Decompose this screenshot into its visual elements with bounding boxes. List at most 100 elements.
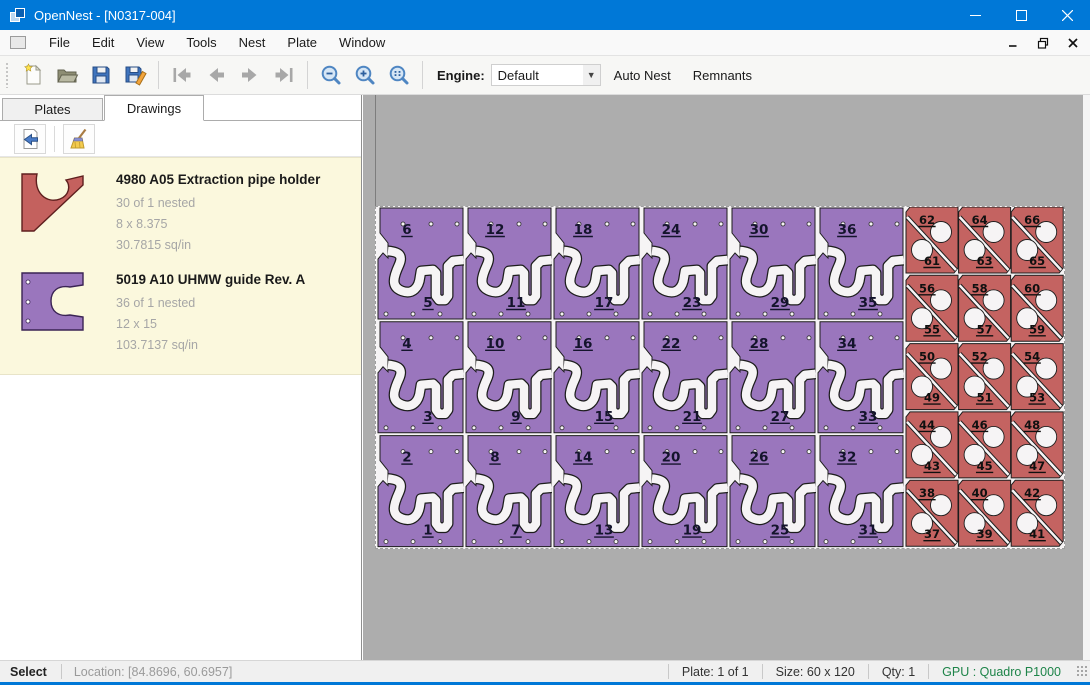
nest-part-pair[interactable]: 6059 [1011, 275, 1063, 341]
nest-part-pair[interactable]: 2423 [642, 208, 728, 319]
tab-plates[interactable]: Plates [2, 98, 103, 121]
menu-bar: File Edit View Tools Nest Plate Window [0, 30, 1090, 56]
drawing-nested: 36 of 1 nested [116, 293, 305, 314]
menu-window[interactable]: Window [328, 31, 396, 54]
import-drawing-icon[interactable] [14, 124, 46, 154]
svg-text:32: 32 [838, 450, 857, 466]
menu-plate[interactable]: Plate [276, 31, 328, 54]
list-item[interactable]: 5019 A10 UHMW guide Rev. A 36 of 1 neste… [0, 264, 361, 364]
save-icon[interactable] [84, 59, 118, 91]
status-size: Size: 60 x 120 [763, 665, 868, 679]
svg-text:37: 37 [924, 527, 940, 541]
nest-part-pair[interactable]: 3635 [818, 208, 904, 319]
sidebar-toolbar [0, 121, 361, 157]
clean-broom-icon[interactable] [63, 124, 95, 154]
zoom-in-icon[interactable] [348, 59, 382, 91]
nest-parts-svg[interactable]: 6512111817242330293635431091615222128273… [376, 207, 1064, 548]
nest-part-pair[interactable]: 65 [378, 208, 464, 319]
nest-part-pair[interactable]: 1211 [466, 208, 552, 319]
svg-text:49: 49 [924, 391, 940, 405]
close-button[interactable] [1044, 0, 1090, 30]
nest-part-pair[interactable]: 2827 [730, 322, 816, 433]
svg-text:53: 53 [1029, 391, 1045, 405]
go-previous-icon[interactable] [199, 59, 233, 91]
resize-grip[interactable] [1076, 665, 1088, 677]
svg-text:17: 17 [595, 295, 614, 311]
nest-part-pair[interactable]: 3029 [730, 208, 816, 319]
nest-part-pair[interactable]: 1413 [554, 436, 640, 547]
nest-part-pair[interactable]: 4241 [1011, 480, 1063, 546]
tab-drawings[interactable]: Drawings [104, 95, 204, 121]
list-item[interactable]: 4980 A05 Extraction pipe holder 30 of 1 … [0, 164, 361, 264]
nest-part-pair[interactable]: 2019 [642, 436, 728, 547]
status-mode: Select [0, 665, 61, 679]
svg-text:27: 27 [771, 409, 790, 425]
nest-part-pair[interactable]: 2625 [730, 436, 816, 547]
nest-part-pair[interactable]: 87 [466, 436, 552, 547]
nest-part-pair[interactable]: 1615 [554, 322, 640, 433]
nest-part-pair[interactable]: 10 9 [466, 322, 552, 433]
engine-label: Engine: [437, 68, 485, 83]
drawing-title: 5019 A10 UHMW guide Rev. A [116, 272, 305, 287]
nest-part-pair[interactable]: 43 [378, 322, 464, 433]
svg-text:13: 13 [595, 523, 614, 539]
zoom-fit-icon[interactable] [382, 59, 416, 91]
svg-text:43: 43 [924, 459, 940, 473]
maximize-button[interactable] [998, 0, 1044, 30]
svg-text:54: 54 [1024, 350, 1040, 364]
zoom-out-icon[interactable] [314, 59, 348, 91]
nest-part-pair[interactable]: 4645 [959, 412, 1011, 478]
engine-select[interactable]: Default ▼ [491, 64, 601, 86]
svg-text:33: 33 [859, 409, 878, 425]
svg-text:15: 15 [595, 409, 614, 425]
drawing-size: 8 x 8.375 [116, 214, 320, 235]
menu-edit[interactable]: Edit [81, 31, 125, 54]
mdi-minimize-icon[interactable] [1002, 33, 1024, 53]
nest-part-pair[interactable]: 4039 [959, 480, 1011, 546]
menu-file[interactable]: File [38, 31, 81, 54]
go-last-icon[interactable] [267, 59, 301, 91]
nest-part-pair[interactable]: 5251 [959, 344, 1011, 410]
nest-part-pair[interactable]: 1817 [554, 208, 640, 319]
menu-view[interactable]: View [125, 31, 175, 54]
go-first-icon[interactable] [165, 59, 199, 91]
mdi-document-icon[interactable] [10, 36, 26, 49]
nest-part-pair[interactable]: 6261 [906, 207, 958, 273]
nest-part-pair[interactable]: 5655 [906, 275, 958, 341]
go-next-icon[interactable] [233, 59, 267, 91]
nest-part-pair[interactable]: 5049 [906, 344, 958, 410]
open-file-icon[interactable] [50, 59, 84, 91]
svg-text:10: 10 [486, 336, 505, 352]
minimize-button[interactable] [952, 0, 998, 30]
svg-text:66: 66 [1024, 213, 1040, 227]
nest-part-pair[interactable]: 6463 [959, 207, 1011, 273]
plate-sheet[interactable]: 6512111817242330293635431091615222128273… [375, 206, 1065, 549]
app-window: OpenNest - [N0317-004] File Edit View To… [0, 0, 1090, 685]
nest-part-pair[interactable]: 32 31 [818, 436, 904, 547]
remnants-button[interactable]: Remnants [684, 63, 761, 88]
nest-part-pair[interactable]: 6665 [1011, 207, 1063, 273]
save-as-icon[interactable] [118, 59, 152, 91]
nest-part-pair[interactable]: 3837 [906, 480, 958, 546]
mdi-restore-icon[interactable] [1032, 33, 1054, 53]
svg-text:6: 6 [402, 222, 411, 238]
svg-text:61: 61 [924, 254, 940, 268]
chevron-down-icon[interactable]: ▼ [583, 65, 600, 85]
nest-part-pair[interactable]: 2221 [642, 322, 728, 433]
nest-part-pair[interactable]: 21 [378, 436, 464, 547]
menu-nest[interactable]: Nest [228, 31, 277, 54]
nest-part-pair[interactable]: 54 53 [1011, 344, 1063, 410]
svg-text:31: 31 [859, 523, 878, 539]
toolbar-grip[interactable] [5, 62, 10, 88]
new-file-icon[interactable] [16, 59, 50, 91]
menu-tools[interactable]: Tools [175, 31, 227, 54]
nest-part-pair[interactable]: 4847 [1011, 412, 1063, 478]
svg-text:9: 9 [511, 409, 520, 425]
nest-canvas[interactable]: 6512111817242330293635431091615222128273… [363, 95, 1090, 660]
auto-nest-button[interactable]: Auto Nest [605, 63, 680, 88]
nest-part-pair[interactable]: 5857 [959, 275, 1011, 341]
mdi-close-icon[interactable] [1062, 33, 1084, 53]
nest-part-pair[interactable]: 4443 [906, 412, 958, 478]
svg-text:23: 23 [683, 295, 702, 311]
nest-part-pair[interactable]: 3433 [818, 322, 904, 433]
